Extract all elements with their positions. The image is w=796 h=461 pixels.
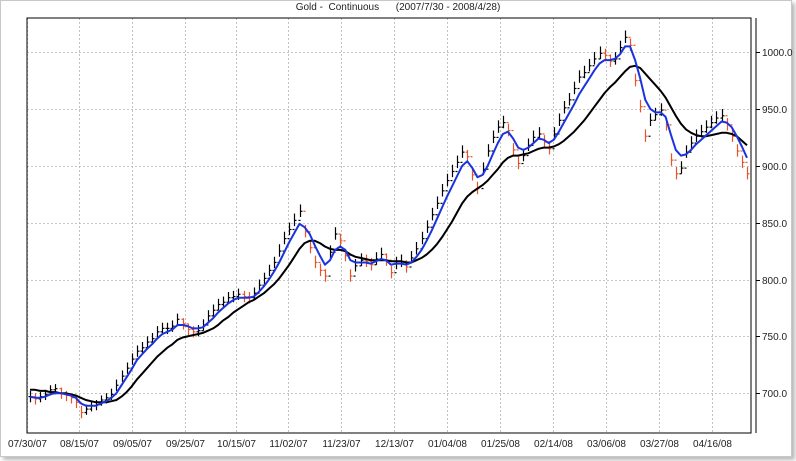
ohlc-bar [648, 113, 653, 137]
ohlc-bar [582, 65, 587, 79]
x-tick-label: 09/25/07 [166, 439, 205, 450]
x-tick-label: 03/06/08 [587, 439, 626, 450]
x-tick-label: 11/23/07 [322, 439, 361, 450]
ohlc-bar [592, 52, 597, 67]
x-tick-label: 01/04/08 [428, 439, 467, 450]
ohlc-bar [440, 184, 445, 204]
x-tick-label: 08/15/07 [60, 439, 99, 450]
ohlc-bar [445, 173, 450, 192]
y-tick-label: 750.0 [762, 332, 787, 343]
x-tick-label: 02/14/08 [534, 439, 573, 450]
ohlc-bar [460, 145, 465, 163]
ohlc-bar [242, 290, 247, 303]
x-tick-label: 12/13/07 [375, 439, 414, 450]
ohlc-bar [318, 261, 323, 277]
ohlc-bar [704, 120, 709, 133]
y-axis-labels: 700.0 750.0 800.0 850.0 900.0 950.0 1000.0 [756, 48, 793, 400]
plot-area [26, 17, 752, 434]
ohlc-bar [501, 115, 506, 129]
ohlc-bar [450, 164, 455, 182]
ohlc-bar [679, 161, 684, 175]
x-tick-label: 10/15/07 [217, 439, 256, 450]
x-tick-label: 07/30/07 [8, 439, 47, 450]
ohlc-bar [740, 150, 745, 169]
x-tick-label: 04/16/08 [693, 439, 732, 450]
ohlc-bar [521, 148, 526, 165]
ohlc-bar [303, 210, 308, 238]
y-tick-label: 800.0 [762, 276, 787, 287]
ohlc-bar [572, 81, 577, 101]
ohlc-bar [359, 253, 364, 267]
ohlc-bar [709, 115, 714, 129]
chart-svg: 07/30/07 08/15/07 09/05/07 09/25/07 10/15/07… [8, 17, 793, 450]
x-axis-labels: 07/30/07 08/15/07 09/05/07 09/25/07 10/15/07… [8, 439, 732, 450]
ohlc-bar [409, 251, 414, 268]
ohlc-bar [374, 252, 379, 266]
y-tick-label: 900.0 [762, 162, 787, 173]
grid-lines [27, 18, 751, 433]
ohlc-bar [181, 318, 186, 330]
ohlc-bar [435, 196, 440, 216]
x-tick-label: 09/05/07 [113, 439, 152, 450]
ohlc-bar [587, 58, 592, 74]
y-tick-label: 700.0 [762, 389, 787, 400]
ohlc-bar [684, 145, 689, 169]
ohlc-bar [216, 298, 221, 311]
y-tick-label: 1000.0 [762, 48, 793, 59]
ohlc-bar [745, 161, 750, 180]
y-tick-label: 850.0 [762, 219, 787, 230]
ohlc-bar [623, 30, 628, 49]
ohlc-bar [643, 106, 648, 142]
ohlc-bar [714, 111, 719, 124]
ohlc-bar [323, 269, 328, 282]
ohlc-bar [577, 70, 582, 90]
ohlc-bar [292, 213, 297, 231]
ohlc-bar [33, 393, 38, 405]
x-tick-label: 11/02/07 [269, 439, 308, 450]
ohlc-bar [567, 93, 572, 109]
ohlc-bar [674, 159, 679, 180]
ohlc-bar [364, 254, 369, 267]
ohlc-bar [211, 304, 216, 317]
ohlc-bar [455, 155, 460, 173]
x-tick-label: 03/27/08 [640, 439, 679, 450]
ohlc-bar [298, 204, 303, 221]
y-tick-label: 950.0 [762, 105, 787, 116]
x-tick-label: 01/25/08 [481, 439, 520, 450]
ohlc-bar [496, 120, 501, 138]
ohlc-bar [720, 108, 725, 122]
